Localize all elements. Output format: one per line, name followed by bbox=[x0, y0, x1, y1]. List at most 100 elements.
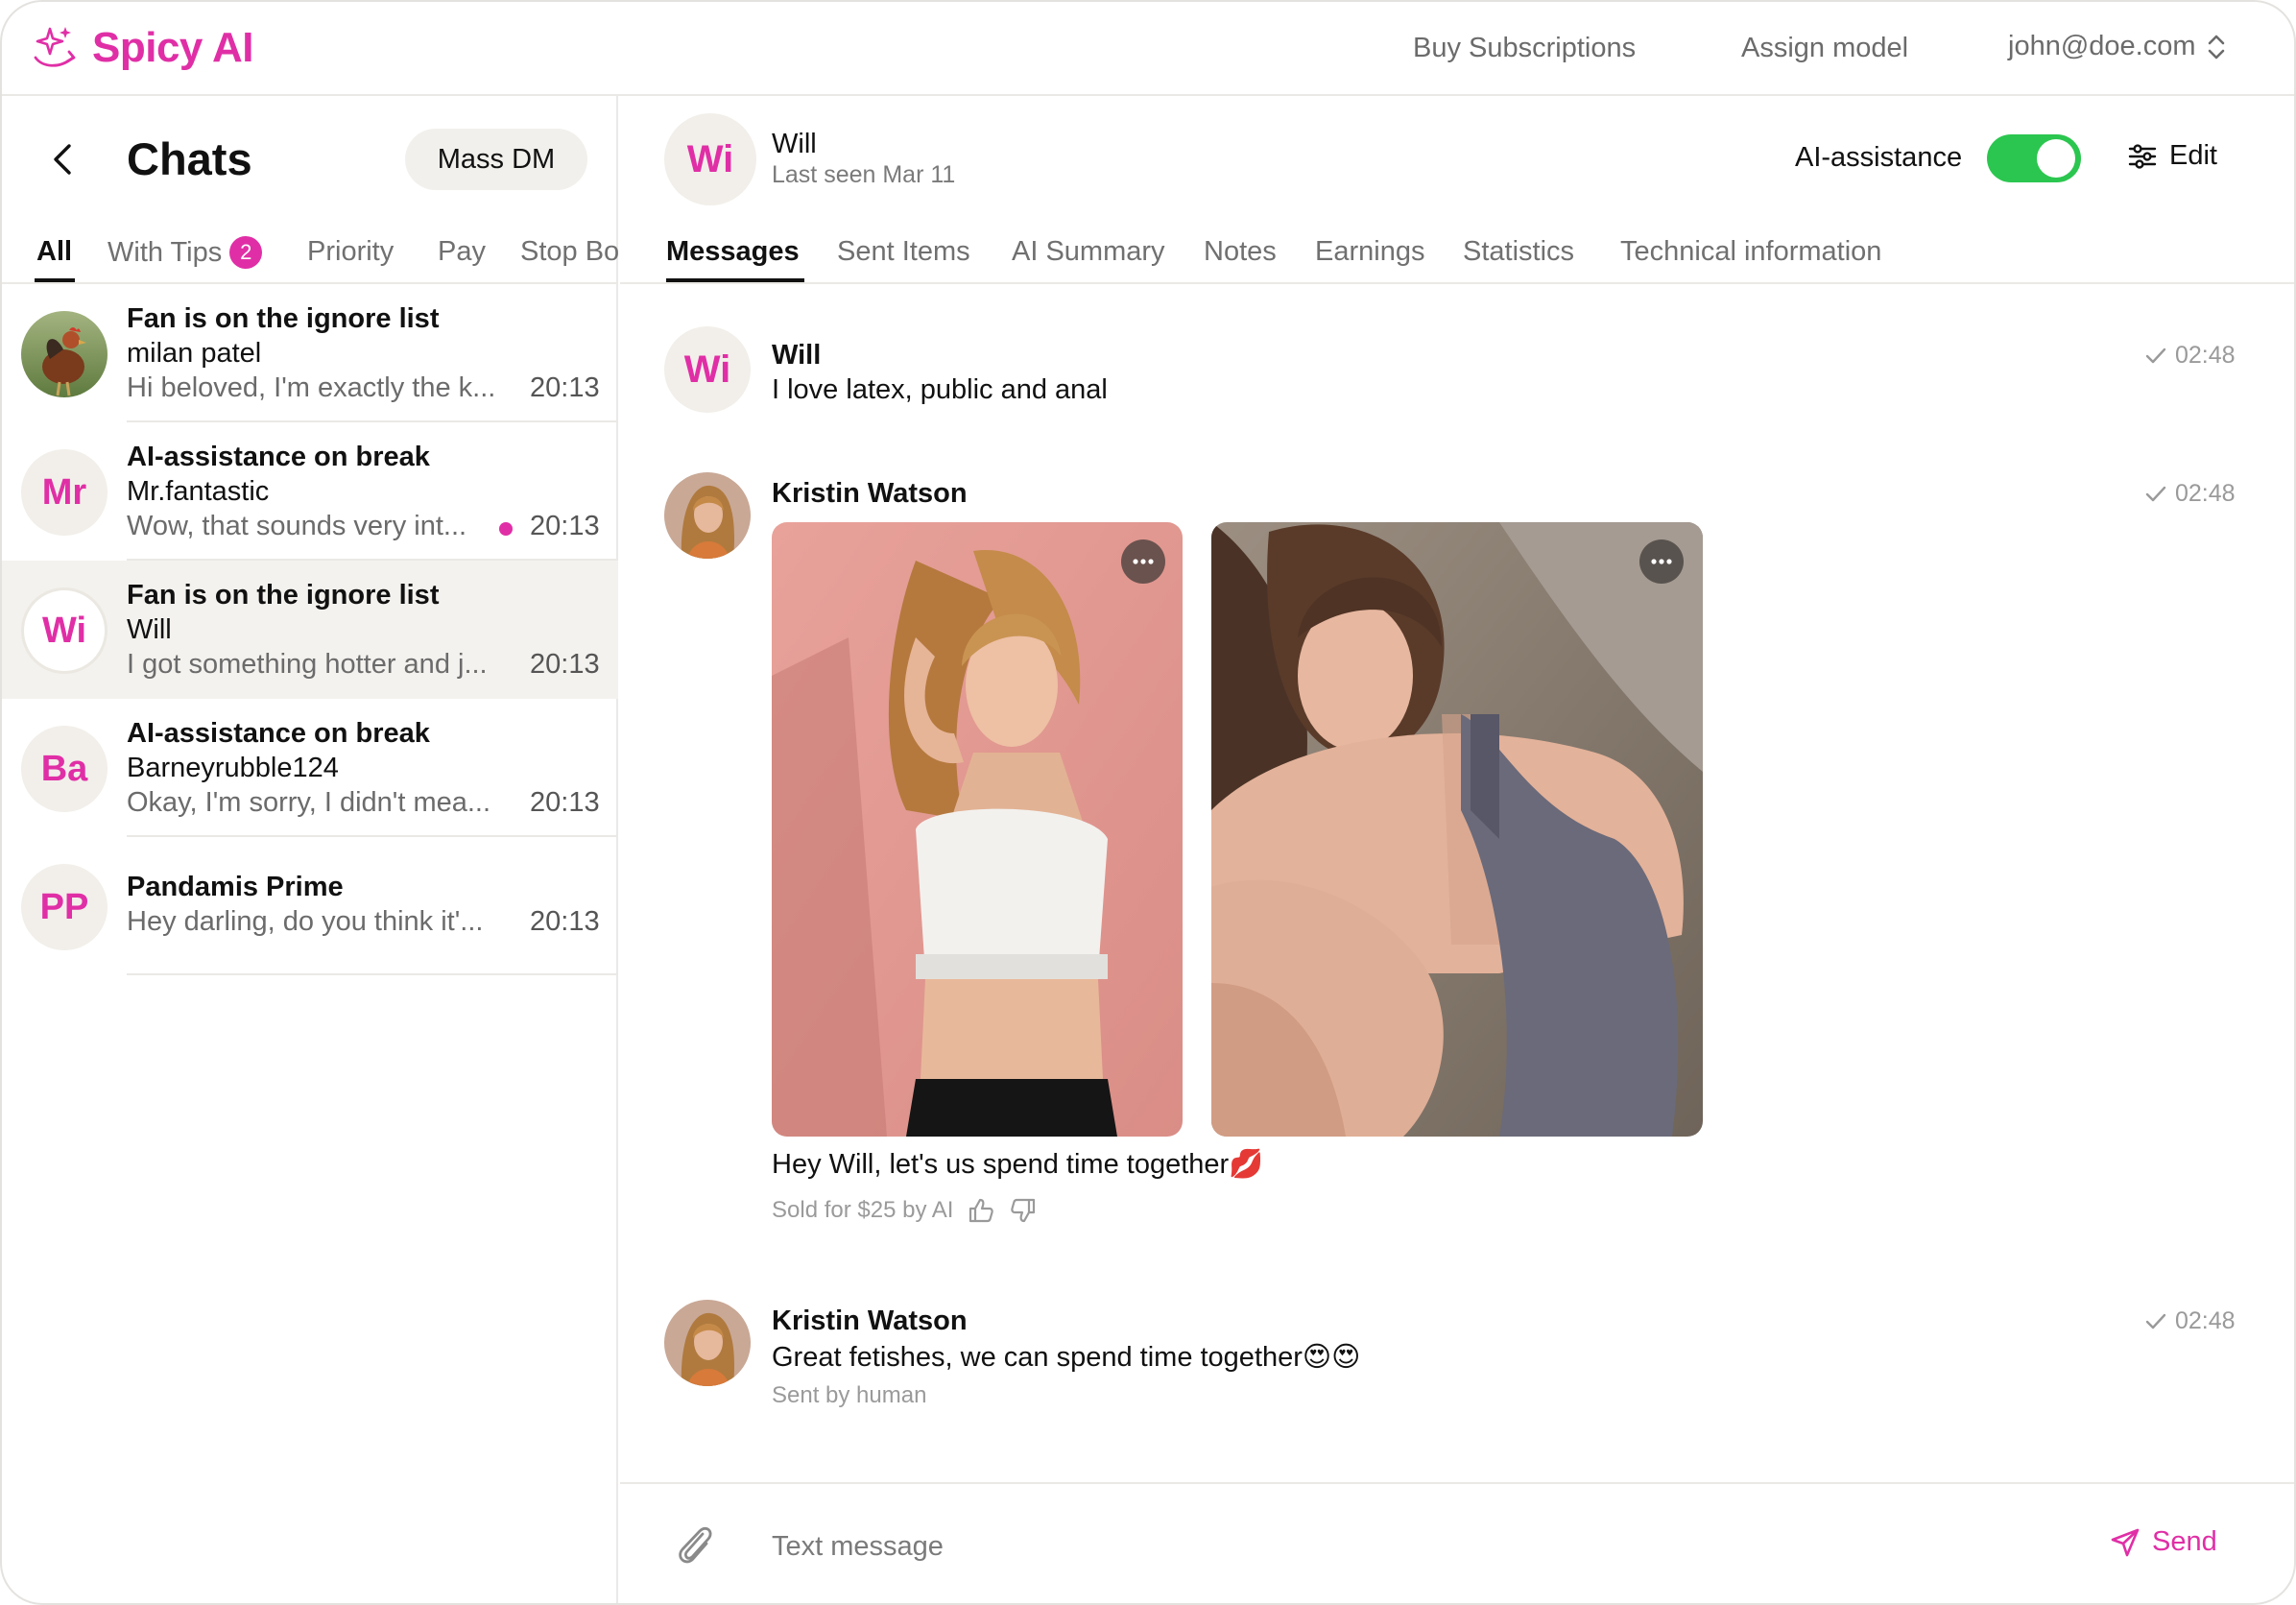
avatar bbox=[664, 1300, 751, 1386]
back-arrow-icon[interactable] bbox=[48, 140, 77, 179]
sparkle-logo-icon bbox=[34, 27, 76, 67]
chat-list-item[interactable]: Mr AI-assistance on break Mr.fantastic W… bbox=[2, 422, 618, 561]
chat-time: 20:13 bbox=[530, 906, 600, 937]
thumbs-up-icon[interactable] bbox=[967, 1196, 995, 1225]
top-bar: Spicy AI Buy Subscriptions Assign model … bbox=[2, 2, 2294, 96]
chat-name: Pandamis Prime bbox=[127, 872, 344, 902]
tab-statistics[interactable]: Statistics bbox=[1463, 236, 1574, 268]
avatar: Ba bbox=[21, 726, 108, 812]
tab-priority[interactable]: Priority bbox=[307, 236, 394, 268]
message-sent-by: Sent by human bbox=[772, 1382, 927, 1408]
account-email: john@doe.com bbox=[2008, 31, 2196, 61]
rooster-photo bbox=[21, 311, 108, 397]
chat-preview: Hey darling, do you think it'... bbox=[127, 906, 484, 937]
avatar: Wi bbox=[21, 587, 108, 674]
check-icon bbox=[2145, 1313, 2166, 1329]
pink-wall-photo bbox=[772, 522, 1183, 1137]
chat-status: AI-assistance on break bbox=[127, 442, 430, 472]
unread-dot bbox=[499, 522, 513, 536]
chat-preview: Hi beloved, I'm exactly the k... bbox=[127, 372, 496, 403]
chats-sidebar: Chats Mass DM All With Tips 2 Priority Pa… bbox=[2, 96, 618, 1603]
chat-list-item[interactable]: PP Pandamis Prime Hey darling, do you th… bbox=[2, 837, 618, 975]
tab-ai-summary[interactable]: AI Summary bbox=[1012, 236, 1165, 268]
tab-sent-items[interactable]: Sent Items bbox=[837, 236, 970, 268]
chat-time: 20:13 bbox=[530, 511, 600, 541]
edit-button[interactable]: Edit bbox=[2127, 140, 2217, 172]
chat-time: 20:13 bbox=[530, 649, 600, 680]
conversation-panel: Wi Will Last seen Mar 11 AI-assistance E… bbox=[620, 96, 2294, 1603]
check-icon bbox=[2145, 486, 2166, 501]
ai-assistance-toggle[interactable] bbox=[1987, 134, 2081, 182]
chat-list-item[interactable]: Ba AI-assistance on break Barneyrubble12… bbox=[2, 699, 618, 837]
more-horizontal-icon bbox=[1651, 559, 1672, 564]
chat-list-item[interactable]: Fan is on the ignore list milan patel Hi… bbox=[2, 284, 618, 422]
chat-name: Will bbox=[127, 614, 172, 645]
chat-name: Mr.fantastic bbox=[127, 476, 270, 507]
tab-notes[interactable]: Notes bbox=[1204, 236, 1277, 268]
chat-list: Fan is on the ignore list milan patel Hi… bbox=[2, 284, 618, 975]
avatar: Mr bbox=[21, 449, 108, 536]
message-sale-info: Sold for $25 by AI bbox=[772, 1197, 954, 1223]
conversation-header: Wi Will Last seen Mar 11 AI-assistance E… bbox=[620, 96, 2294, 211]
conversation-tabs: Messages Sent Items AI Summary Notes Ear… bbox=[620, 230, 2294, 282]
message-time: 02:48 bbox=[2175, 342, 2236, 369]
chat-time: 20:13 bbox=[530, 372, 600, 403]
chat-status: AI-assistance on break bbox=[127, 718, 430, 749]
chat-preview: Wow, that sounds very int... bbox=[127, 511, 467, 541]
mass-dm-button[interactable]: Mass DM bbox=[405, 129, 587, 190]
tab-pay[interactable]: Pay bbox=[438, 236, 486, 268]
message-composer: Send bbox=[620, 1482, 2294, 1603]
tab-with-tips[interactable]: With Tips 2 bbox=[108, 236, 263, 269]
divider bbox=[620, 282, 2294, 284]
tab-stop-bot[interactable]: Stop Bo bbox=[520, 236, 618, 268]
sliders-icon bbox=[2128, 143, 2157, 169]
chat-status: Fan is on the ignore list bbox=[127, 580, 440, 611]
buy-subscriptions-link[interactable]: Buy Subscriptions bbox=[1413, 33, 1636, 64]
photo-menu-button[interactable] bbox=[1639, 539, 1684, 584]
chat-preview: Okay, I'm sorry, I didn't mea... bbox=[127, 787, 491, 818]
message-text: Hey Will, let's us spend time together💋 bbox=[772, 1149, 1264, 1180]
message-time: 02:48 bbox=[2175, 480, 2236, 507]
account-switcher[interactable]: john@doe.com bbox=[2008, 31, 2227, 62]
chat-time: 20:13 bbox=[530, 787, 600, 818]
toggle-knob bbox=[2037, 139, 2075, 178]
chevron-up-down-icon bbox=[2208, 35, 2224, 59]
message-sender: Kristin Watson bbox=[772, 1306, 968, 1336]
tab-earnings[interactable]: Earnings bbox=[1315, 236, 1424, 268]
brand-name: Spicy AI bbox=[92, 24, 253, 71]
photo-menu-button[interactable] bbox=[1121, 539, 1165, 584]
divider bbox=[127, 973, 618, 975]
chat-name: milan patel bbox=[127, 338, 262, 369]
grey-swimsuit-photo bbox=[1211, 522, 1703, 1137]
app-window: Spicy AI Buy Subscriptions Assign model … bbox=[0, 0, 2296, 1605]
message-input[interactable] bbox=[772, 1522, 1828, 1570]
check-icon bbox=[2145, 347, 2166, 363]
message-photo[interactable] bbox=[772, 522, 1183, 1137]
brand[interactable]: Spicy AI bbox=[31, 23, 253, 73]
message-timestamp: 02:48 bbox=[2144, 1307, 2236, 1335]
message-sender: Will bbox=[772, 340, 822, 371]
chat-status: Fan is on the ignore list bbox=[127, 303, 440, 334]
thumbs-down-icon[interactable] bbox=[1009, 1196, 1038, 1225]
tab-messages[interactable]: Messages bbox=[666, 236, 800, 268]
assign-model-link[interactable]: Assign model bbox=[1741, 33, 1908, 64]
message-footer: Sold for $25 by AI bbox=[772, 1196, 1038, 1225]
tab-all[interactable]: All bbox=[36, 236, 72, 268]
chat-list-item-selected[interactable]: Wi Fan is on the ignore list Will I got … bbox=[2, 561, 618, 699]
message-photo[interactable] bbox=[1211, 522, 1703, 1137]
last-seen: Last seen Mar 11 bbox=[772, 161, 956, 188]
tab-with-tips-label: With Tips bbox=[108, 237, 223, 268]
paperclip-icon[interactable] bbox=[674, 1522, 716, 1569]
chat-filter-tabs: All With Tips 2 Priority Pay Stop Bo bbox=[2, 230, 618, 282]
message-text: I love latex, public and anal bbox=[772, 374, 1108, 405]
send-button[interactable]: Send bbox=[2110, 1526, 2217, 1558]
message-timestamp: 02:48 bbox=[2144, 342, 2236, 370]
message-timestamp: 02:48 bbox=[2144, 480, 2236, 508]
avatar bbox=[21, 311, 108, 397]
avatar[interactable]: Wi bbox=[664, 113, 756, 205]
ai-assistance-label: AI-assistance bbox=[1795, 142, 1963, 173]
tips-count-badge: 2 bbox=[229, 236, 263, 269]
tab-technical-information[interactable]: Technical information bbox=[1620, 236, 1881, 268]
message-text: Great fetishes, we can spend time togeth… bbox=[772, 1342, 1361, 1373]
sidebar-header: Chats Mass DM bbox=[2, 96, 618, 221]
